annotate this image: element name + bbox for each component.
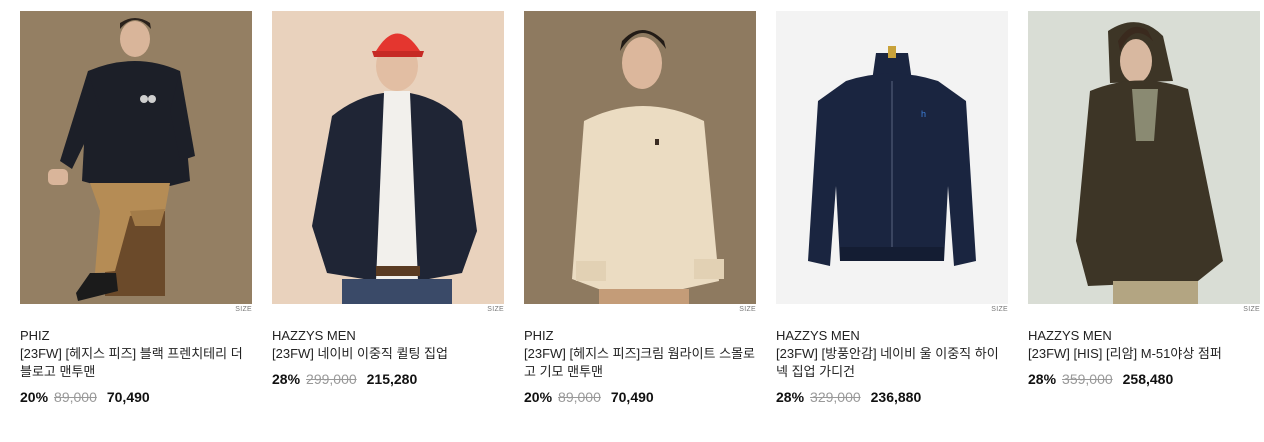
price-row: 28% 299,000 215,280: [272, 371, 504, 387]
product-brand: PHIZ: [20, 328, 50, 343]
sale-price: 70,490: [610, 389, 654, 405]
discount-rate: 20%: [524, 389, 553, 405]
product-name[interactable]: [23FW] [헤지스 피즈]크림 웜라이트 스몰로고 기모 맨투맨: [524, 345, 756, 381]
product-photo-navy-quilted-zipup: [272, 11, 504, 304]
product-photo-m51-field-jacket: [1028, 11, 1260, 304]
price-row: 20% 89,000 70,490: [524, 389, 756, 405]
product-brand: PHIZ: [524, 328, 554, 343]
discount-rate: 28%: [1028, 371, 1057, 387]
product-name[interactable]: [23FW] 네이비 이중직 퀼팅 집업: [272, 345, 504, 363]
product-name[interactable]: [23FW] [HIS] [리암] M-51야상 점퍼: [1028, 345, 1260, 363]
size-label[interactable]: SIZE: [776, 304, 1008, 318]
size-label[interactable]: SIZE: [272, 304, 504, 318]
original-price: 299,000: [306, 371, 357, 387]
original-price: 329,000: [810, 389, 861, 405]
sale-price: 236,880: [870, 389, 922, 405]
price-row: 20% 89,000 70,490: [20, 389, 252, 405]
product-card[interactable]: SIZE PHIZ [23FW] [헤지스 피즈] 블랙 프렌치테리 더블로고 …: [20, 11, 252, 405]
product-image[interactable]: [272, 11, 504, 304]
price-row: 28% 329,000 236,880: [776, 389, 1008, 405]
size-label[interactable]: SIZE: [1028, 304, 1260, 318]
product-photo-cream-sweatshirt: [524, 11, 756, 304]
size-label[interactable]: SIZE: [524, 304, 756, 318]
product-image[interactable]: h: [776, 11, 1008, 304]
product-image[interactable]: [20, 11, 252, 304]
product-card[interactable]: h SIZE HAZZYS MEN [23FW] [방풍안감] 네이비 울 이중…: [776, 11, 1008, 405]
original-price: 359,000: [1062, 371, 1113, 387]
product-image[interactable]: [524, 11, 756, 304]
svg-text:h: h: [921, 109, 926, 119]
product-photo-navy-wool-cardigan: h: [776, 11, 1008, 304]
size-label[interactable]: SIZE: [20, 304, 252, 318]
product-card[interactable]: SIZE HAZZYS MEN [23FW] [HIS] [리암] M-51야상…: [1028, 11, 1260, 405]
product-brand: HAZZYS MEN: [776, 328, 860, 343]
discount-rate: 28%: [272, 371, 301, 387]
product-brand: HAZZYS MEN: [1028, 328, 1112, 343]
original-price: 89,000: [558, 389, 601, 405]
price-row: 28% 359,000 258,480: [1028, 371, 1260, 387]
product-name[interactable]: [23FW] [방풍안감] 네이비 울 이중직 하이넥 집업 가디건: [776, 345, 1008, 381]
product-name[interactable]: [23FW] [헤지스 피즈] 블랙 프렌치테리 더블로고 맨투맨: [20, 345, 252, 381]
sale-price: 215,280: [366, 371, 418, 387]
product-photo-phiz-black-sweatshirt: [20, 11, 252, 304]
product-card[interactable]: SIZE HAZZYS MEN [23FW] 네이비 이중직 퀼팅 집업 28%…: [272, 11, 504, 405]
product-grid: SIZE PHIZ [23FW] [헤지스 피즈] 블랙 프렌치테리 더블로고 …: [20, 11, 1260, 405]
product-image[interactable]: [1028, 11, 1260, 304]
original-price: 89,000: [54, 389, 97, 405]
product-card[interactable]: SIZE PHIZ [23FW] [헤지스 피즈]크림 웜라이트 스몰로고 기모…: [524, 11, 756, 405]
sale-price: 70,490: [106, 389, 150, 405]
discount-rate: 28%: [776, 389, 805, 405]
sale-price: 258,480: [1122, 371, 1174, 387]
discount-rate: 20%: [20, 389, 49, 405]
product-brand: HAZZYS MEN: [272, 328, 356, 343]
